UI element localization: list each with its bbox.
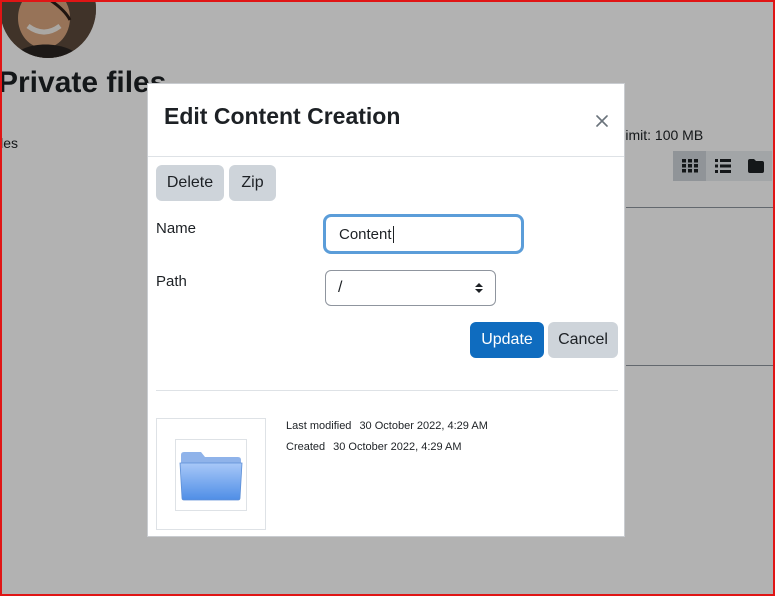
dialog-header: Edit Content Creation	[148, 84, 624, 157]
last-modified-label: Last modified	[286, 420, 352, 432]
name-label: Name	[156, 220, 197, 237]
dialog-title: Edit Content Creation	[164, 103, 401, 129]
last-modified-row: Last modified 30 October 2022, 4:29 AM	[286, 420, 488, 432]
folder-icon	[179, 452, 243, 501]
close-button[interactable]	[592, 111, 612, 131]
path-label: Path	[156, 273, 187, 290]
name-input-value: Content	[339, 225, 392, 243]
last-modified-value: 30 October 2022, 4:29 AM	[359, 420, 488, 432]
zip-button[interactable]: Zip	[229, 165, 276, 201]
select-arrows-icon	[475, 283, 483, 293]
path-select[interactable]: /	[325, 270, 496, 306]
file-preview	[156, 418, 266, 530]
dialog-divider	[156, 390, 618, 391]
name-input[interactable]: Content	[323, 214, 524, 254]
created-value: 30 October 2022, 4:29 AM	[333, 441, 462, 453]
text-caret	[392, 225, 394, 243]
created-row: Created 30 October 2022, 4:29 AM	[286, 441, 462, 453]
created-label: Created	[286, 441, 326, 453]
update-button[interactable]: Update	[470, 322, 544, 358]
path-select-value: /	[338, 279, 343, 296]
cancel-button[interactable]: Cancel	[548, 322, 618, 358]
delete-button[interactable]: Delete	[156, 165, 224, 201]
edit-file-dialog: Edit Content Creation Delete Zip Name Co…	[147, 83, 625, 537]
close-icon	[596, 115, 608, 127]
file-preview-frame	[175, 439, 247, 511]
